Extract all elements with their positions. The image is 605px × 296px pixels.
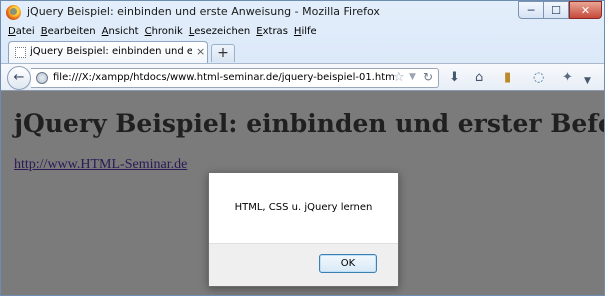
- tab-close-icon[interactable]: ×: [196, 45, 205, 58]
- menu-datei[interactable]: Datei: [5, 24, 38, 40]
- menu-hilfe[interactable]: Hilfe: [291, 24, 320, 40]
- alert-message: HTML, CSS u. jQuery lernen: [234, 202, 373, 213]
- globe-icon[interactable]: [36, 72, 48, 84]
- close-button[interactable]: ✕: [569, 1, 602, 19]
- browser-window: jQuery Beispiel: einbinden und erste Anw…: [0, 0, 605, 296]
- back-arrow-icon[interactable]: ←: [7, 66, 31, 90]
- new-tab-button[interactable]: +: [211, 44, 235, 62]
- menu-bar: Datei Bearbeiten Ansicht Chronik Lesezei…: [5, 24, 320, 40]
- menu-bearbeiten[interactable]: Bearbeiten: [38, 24, 99, 40]
- dropdown-arrow-icon[interactable]: ▼: [409, 72, 416, 82]
- alert-dialog: HTML, CSS u. jQuery lernen OK: [208, 172, 399, 287]
- dialog-footer: OK: [209, 243, 398, 286]
- window-title: jQuery Beispiel: einbinden und erste Anw…: [27, 5, 380, 18]
- menu-lesezeichen[interactable]: Lesezeichen: [186, 24, 253, 40]
- menu-arrow-icon[interactable]: ▼: [584, 73, 591, 89]
- tools-icon[interactable]: ✦: [562, 70, 573, 86]
- title-bar: jQuery Beispiel: einbinden und erste Anw…: [1, 1, 604, 25]
- navigation-toolbar: ← file:///X:/xampp/htdocs/www.html-semin…: [1, 63, 604, 91]
- minimize-button[interactable]: ─: [518, 1, 544, 19]
- maximize-button[interactable]: ☐: [544, 1, 569, 19]
- url-bar[interactable]: file:///X:/xampp/htdocs/www.html-seminar…: [31, 68, 439, 88]
- url-text[interactable]: file:///X:/xampp/htdocs/www.html-seminar…: [53, 72, 395, 83]
- chat-icon[interactable]: ◌: [533, 70, 544, 86]
- home-icon[interactable]: ⌂: [475, 70, 483, 86]
- menu-extras[interactable]: Extras: [253, 24, 291, 40]
- page-content: jQuery Beispiel: einbinden und erster Be…: [1, 91, 605, 295]
- reload-icon[interactable]: ↻: [423, 70, 433, 84]
- page-icon: [15, 47, 26, 58]
- firefox-logo-icon: [6, 5, 21, 20]
- star-icon[interactable]: ☆: [393, 70, 405, 85]
- ok-button[interactable]: OK: [319, 254, 377, 273]
- download-icon[interactable]: ⬇: [449, 70, 460, 86]
- tab-title: jQuery Beispiel: einbinden und erste An.…: [30, 46, 192, 57]
- bookmark-icon[interactable]: ▮: [504, 70, 511, 86]
- menu-ansicht[interactable]: Ansicht: [99, 24, 142, 40]
- menu-chronik[interactable]: Chronik: [142, 24, 186, 40]
- tab-active[interactable]: jQuery Beispiel: einbinden und erste An.…: [8, 41, 208, 63]
- page-title: jQuery Beispiel: einbinden und erster Be…: [14, 109, 605, 138]
- seminar-link[interactable]: http://www.HTML-Seminar.de: [14, 157, 187, 173]
